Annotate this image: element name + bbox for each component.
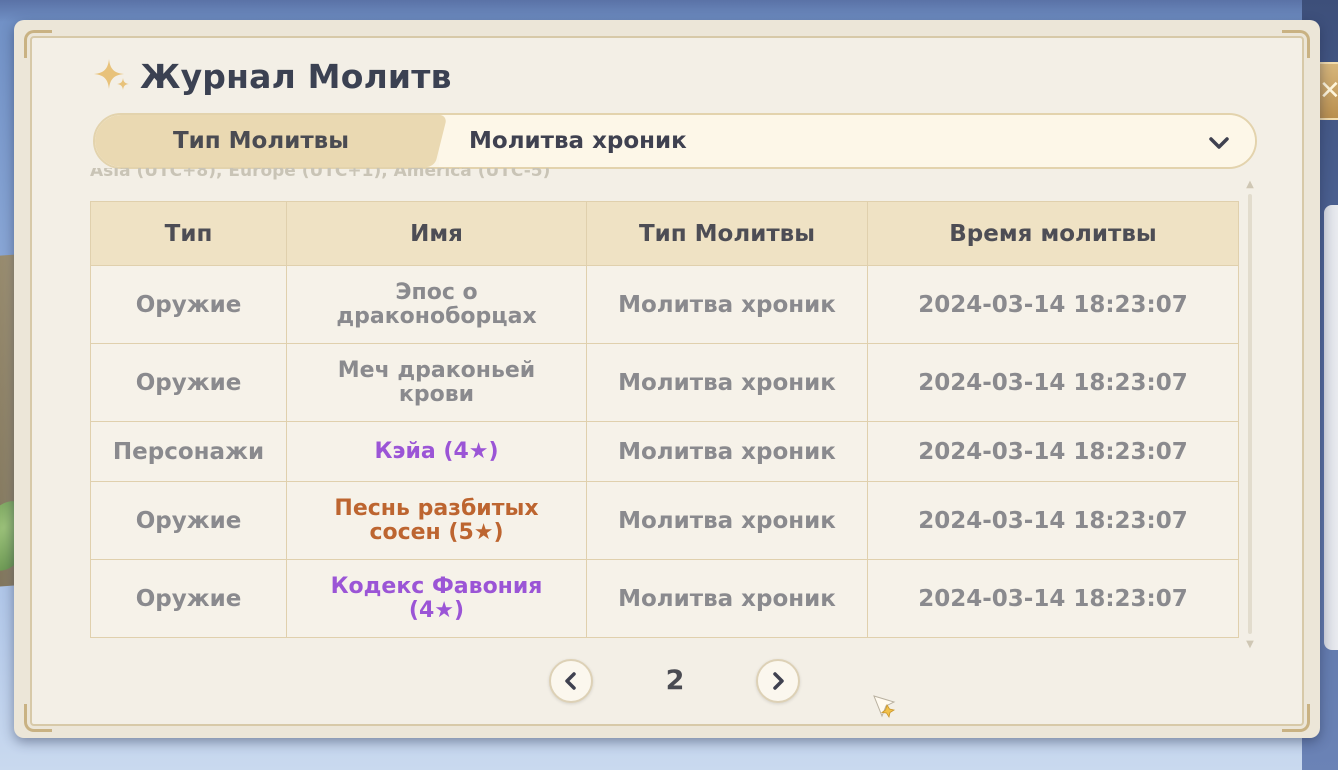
- page-number: 2: [665, 665, 685, 696]
- cell-banner: Молитва хроник: [586, 559, 868, 638]
- panel-corner: [1282, 704, 1310, 732]
- cell-type: Оружие: [90, 343, 287, 422]
- cell-type: Оружие: [90, 265, 287, 344]
- panel-corner: [1282, 30, 1310, 58]
- chevron-left-icon: [565, 672, 576, 690]
- cell-type: Персонажи: [90, 421, 287, 482]
- banner-type-dropdown[interactable]: Тип Молитвы Молитва хроник: [93, 113, 1257, 169]
- wish-records-table: Тип Имя Тип Молитвы Время молитвы Оружие…: [90, 201, 1239, 638]
- banner-type-value[interactable]: Молитва хроник: [439, 115, 1255, 167]
- prev-page-button[interactable]: [549, 659, 593, 703]
- star-cursor-icon: [873, 695, 896, 719]
- background-top: [0, 0, 1338, 22]
- cell-banner: Молитва хроник: [586, 421, 868, 482]
- cell-time: 2024-03-14 18:23:07: [867, 559, 1239, 638]
- banner-type-label-box: Тип Молитвы: [95, 115, 427, 167]
- page-title: Журнал Молитв: [140, 56, 452, 96]
- header-name: Имя: [286, 201, 587, 266]
- table-row: Оружие Меч драконьей крови Молитва хрони…: [90, 343, 1239, 422]
- header-time: Время молитвы: [867, 201, 1239, 266]
- cell-time: 2024-03-14 18:23:07: [867, 481, 1239, 560]
- next-page-button[interactable]: [756, 659, 800, 703]
- table-scrollbar[interactable]: ▲ ▼: [1245, 180, 1255, 650]
- table-row: Оружие Кодекс Фавония (4★) Молитва хрони…: [90, 559, 1239, 638]
- close-icon: ✕: [1319, 76, 1338, 106]
- banner-type-label: Тип Молитвы: [172, 128, 350, 154]
- panel-corner: [24, 704, 52, 732]
- background-side-strip: [1324, 205, 1338, 650]
- cell-name: Меч драконьей крови: [286, 343, 587, 422]
- cell-time: 2024-03-14 18:23:07: [867, 265, 1239, 344]
- sparkle-icon: [94, 59, 129, 90]
- cell-banner: Молитва хроник: [586, 481, 868, 560]
- cell-name: Кодекс Фавония (4★): [286, 559, 587, 638]
- cell-banner: Молитва хроник: [586, 343, 868, 422]
- chevron-right-icon: [773, 672, 784, 690]
- cell-name: Песнь разбитых сосен (5★): [286, 481, 587, 560]
- table-row: Оружие Эпос о драконоборцах Молитва хрон…: [90, 265, 1239, 344]
- scroll-down-icon[interactable]: ▼: [1245, 640, 1255, 650]
- cell-time: 2024-03-14 18:23:07: [867, 421, 1239, 482]
- cell-time: 2024-03-14 18:23:07: [867, 343, 1239, 422]
- cell-name: Эпос о драконоборцах: [286, 265, 587, 344]
- scroll-up-icon[interactable]: ▲: [1245, 180, 1255, 190]
- table-row: Оружие Песнь разбитых сосен (5★) Молитва…: [90, 481, 1239, 560]
- header-banner: Тип Молитвы: [586, 201, 868, 266]
- timezone-note: Asia (UTC+8), Europe (UTC+1), America (U…: [90, 168, 551, 181]
- cell-type: Оружие: [90, 559, 287, 638]
- cell-banner: Молитва хроник: [586, 265, 868, 344]
- panel-corner: [24, 30, 52, 58]
- table-row: Персонажи Кэйа (4★) Молитва хроник 2024-…: [90, 421, 1239, 482]
- cell-type: Оружие: [90, 481, 287, 560]
- table-header-row: Тип Имя Тип Молитвы Время молитвы: [90, 201, 1239, 266]
- cell-name: Кэйа (4★): [286, 421, 587, 482]
- header-type: Тип: [90, 201, 287, 266]
- scroll-track[interactable]: [1248, 194, 1252, 634]
- chevron-down-icon[interactable]: [1205, 129, 1233, 157]
- title-row: Журнал Молитв: [92, 56, 452, 96]
